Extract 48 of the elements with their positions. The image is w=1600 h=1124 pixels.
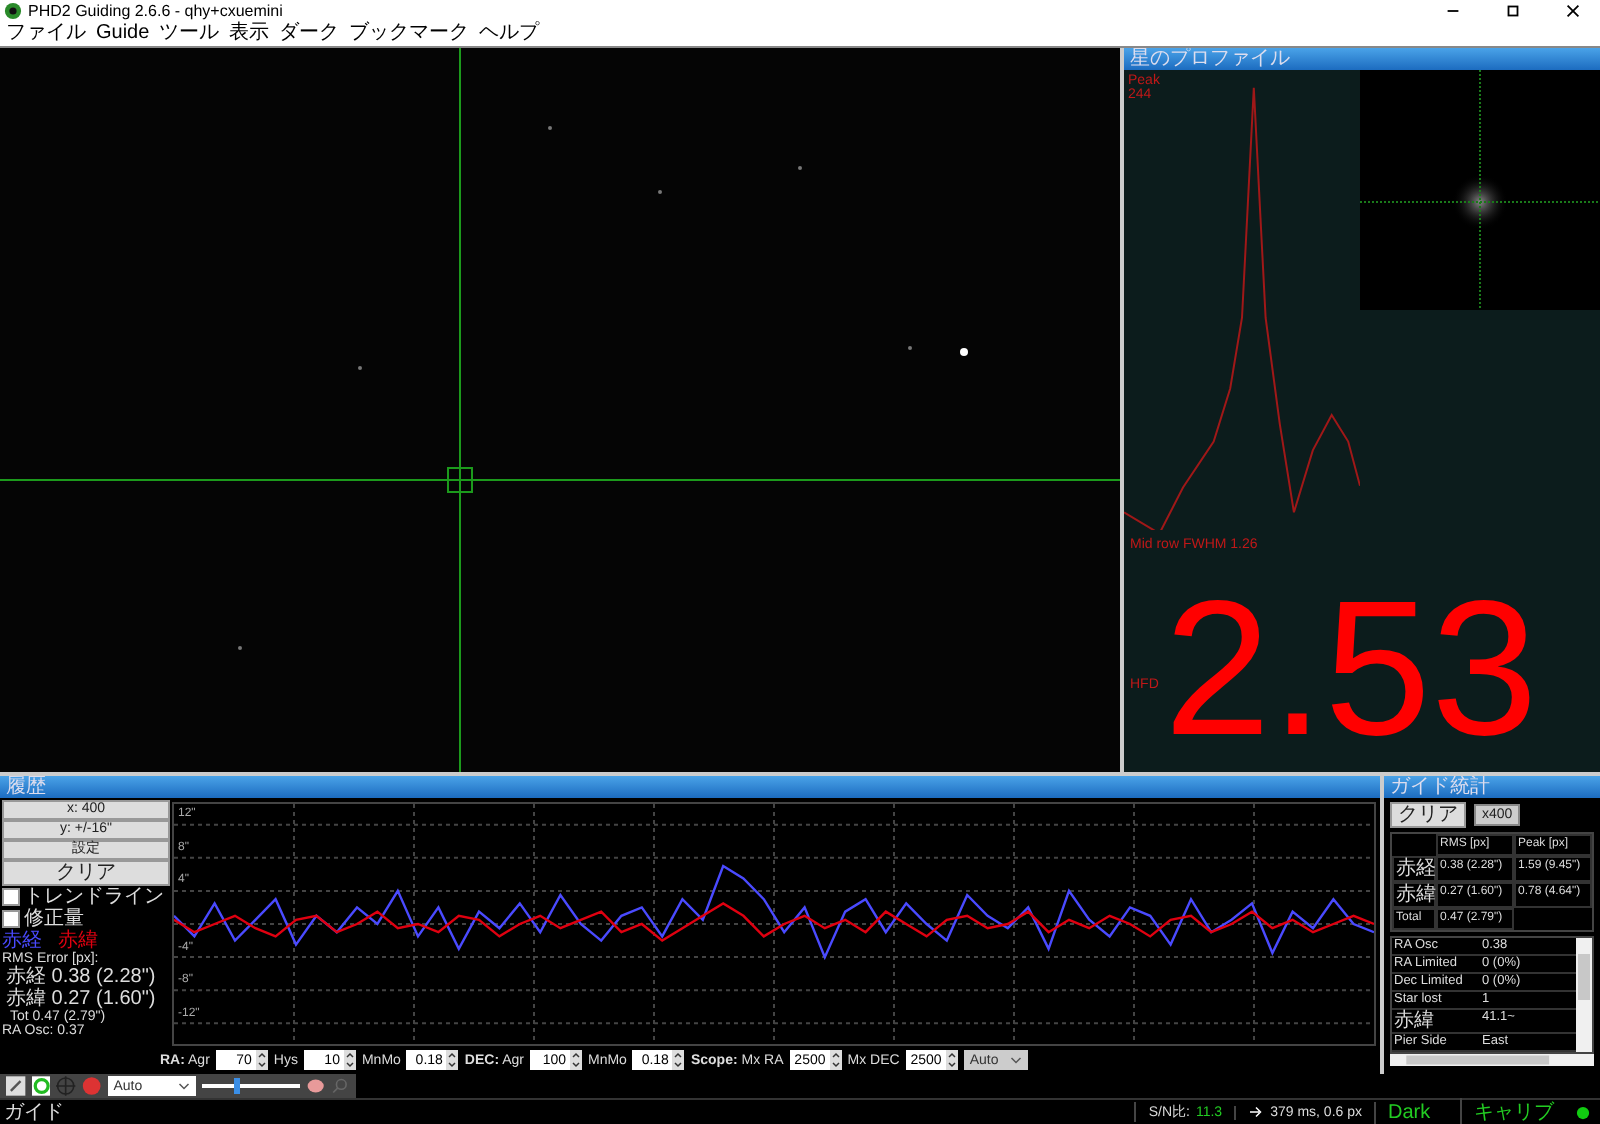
stat-label: 赤緯	[1392, 1010, 1480, 1035]
spin-arrows-icon[interactable]	[829, 1050, 842, 1071]
status-message: ガイド	[2, 1100, 66, 1124]
spin-arrows-icon[interactable]	[255, 1050, 268, 1071]
menu-item[interactable]: ツール	[159, 22, 220, 47]
pencil-icon[interactable]	[6, 1076, 26, 1097]
spin-arrows-icon[interactable]	[446, 1050, 459, 1071]
close-icon[interactable]	[1564, 2, 1582, 21]
gain-slider[interactable]	[202, 1078, 300, 1095]
brain-icon[interactable]	[305, 1076, 325, 1097]
loop-icon[interactable]	[31, 1076, 51, 1097]
checkbox[interactable]	[2, 910, 20, 929]
spin-arrows-icon[interactable]	[570, 1050, 582, 1071]
checkbox[interactable]	[2, 888, 20, 907]
spin-arrows-icon[interactable]	[945, 1050, 958, 1071]
status-dot	[1576, 1105, 1590, 1119]
menu-item[interactable]: 表示	[229, 22, 270, 47]
checkbox-label: トレンドライン	[24, 886, 164, 909]
slider-thumb[interactable]	[234, 1078, 241, 1095]
menu-item[interactable]: ヘルプ	[479, 22, 540, 47]
rms-value: 赤緯 0.27 (1.60")	[4, 988, 158, 1011]
hfd-value: 2.53	[1164, 570, 1538, 771]
app-icon	[4, 2, 22, 21]
spin-arrows-icon[interactable]	[672, 1050, 685, 1071]
panel-title: 履歴	[6, 776, 46, 799]
menu-item[interactable]: ファイル	[6, 22, 86, 47]
row-label: 赤緯	[1392, 882, 1436, 909]
scrollbar[interactable]	[1390, 1054, 1594, 1067]
checkbox-label: 修正量	[24, 908, 84, 931]
menu-item[interactable]: ダーク	[279, 22, 340, 47]
menu-item[interactable]: ブックマーク	[349, 22, 470, 47]
clear-button[interactable]: クリア	[1390, 802, 1466, 829]
caret-icon	[178, 1081, 191, 1092]
legend-label: 赤緯	[58, 930, 98, 953]
panel-title: ガイド統計	[1390, 776, 1490, 799]
calibration-indicator: キャリブ	[1460, 1098, 1566, 1124]
scrollbar[interactable]	[1576, 938, 1592, 1053]
spin-arrows-icon[interactable]	[343, 1050, 356, 1071]
caret-icon	[1009, 1055, 1022, 1066]
dark-indicator: Dark	[1374, 1101, 1460, 1123]
maximize-icon[interactable]	[1504, 2, 1522, 21]
clear-button[interactable]: クリア	[2, 860, 170, 887]
rms-value: 赤経 0.38 (2.28")	[4, 966, 158, 989]
legend-label: 赤経	[2, 930, 42, 953]
row-label: 赤経	[1392, 856, 1436, 883]
menu-item[interactable]: Guide	[96, 22, 150, 47]
window-title: PHD2 Guiding 2.6.6 - qhy+cxuemini	[28, 2, 283, 21]
arrow-icon	[1248, 1106, 1265, 1118]
